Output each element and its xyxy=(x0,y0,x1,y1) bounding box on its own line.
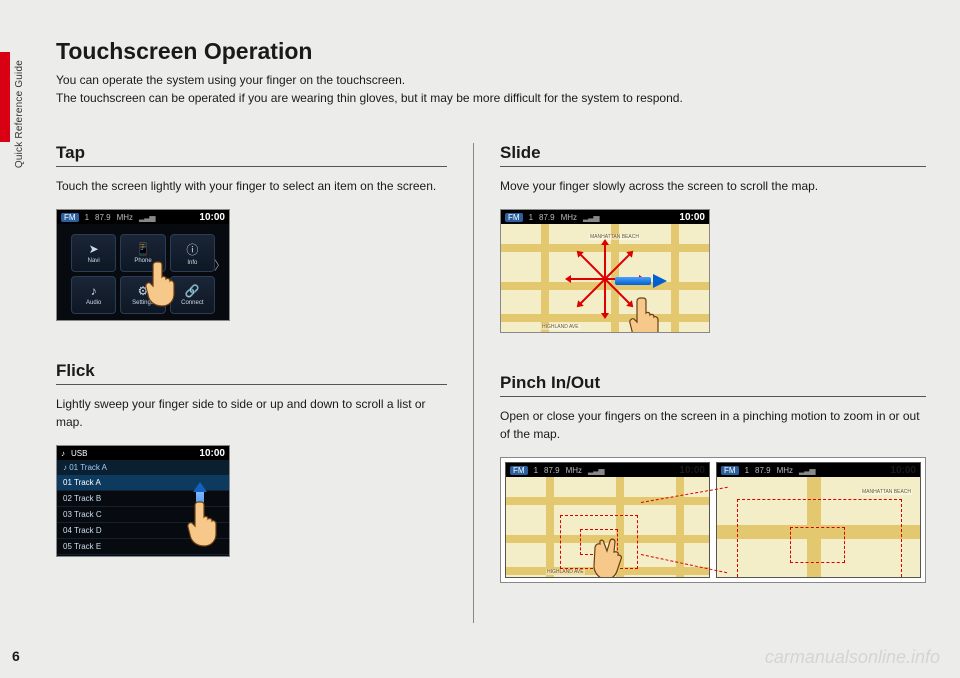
tap-desc: Touch the screen lightly with your finge… xyxy=(56,177,447,195)
source-label: USB xyxy=(71,449,87,458)
intro-line-2: The touchscreen can be operated if you a… xyxy=(56,89,926,107)
navi-icon: ➤ xyxy=(89,242,99,256)
channel-num: 1 xyxy=(534,466,538,475)
pinch-screenshot: FM 1 87.9 MHz ▂▃▅ 10:00 HIGHLAND AVE xyxy=(500,457,926,583)
map-canvas[interactable]: MANHATTAN BEACH xyxy=(717,477,920,577)
status-bar: FM 1 87.9 MHz ▂▃▅ 10:00 xyxy=(506,463,709,477)
channel-num: 1 xyxy=(529,213,533,222)
map-label: HIGHLAND AVE xyxy=(541,324,580,330)
freq: 87.9 xyxy=(539,213,555,222)
clock: 10:00 xyxy=(199,448,225,459)
page-number: 6 xyxy=(12,648,20,664)
flick-screenshot: ♪ USB 10:00 ♪ 01 Track A 01 Track A 02 T… xyxy=(56,445,230,557)
intro-line-1: You can operate the system using your fi… xyxy=(56,71,926,89)
tile-navi[interactable]: ➤ Navi xyxy=(71,234,116,272)
slide-desc: Move your finger slowly across the scree… xyxy=(500,177,926,195)
pinch-after: FM 1 87.9 MHz ▂▃▅ 10:00 MANHATTAN BEACH xyxy=(716,462,921,578)
map-canvas[interactable]: MANHATTAN BEACH HIGHLAND AVE xyxy=(501,224,709,332)
fm-badge: FM xyxy=(510,466,528,475)
freq: 87.9 xyxy=(95,213,111,222)
section-tap: Tap Touch the screen lightly with your f… xyxy=(56,143,447,321)
channel-num: 1 xyxy=(745,466,749,475)
signal-icon: ▂▃▅ xyxy=(588,466,603,475)
clock: 10:00 xyxy=(199,212,225,223)
connect-icon: 🔗 xyxy=(185,284,200,298)
map-label: MANHATTAN BEACH xyxy=(861,489,912,495)
status-bar: FM 1 87.9 MHz ▂▃▅ 10:00 xyxy=(717,463,920,477)
fm-badge: FM xyxy=(721,466,739,475)
status-bar: FM 1 87.9 MHz ▂▃▅ 10:00 xyxy=(501,210,709,224)
hand-flick-icon xyxy=(183,498,227,548)
signal-icon: ▂▃▅ xyxy=(799,466,814,475)
channel-num: 1 xyxy=(85,213,89,222)
tile-label: Audio xyxy=(86,300,101,306)
clock: 10:00 xyxy=(679,465,705,476)
freq: 87.9 xyxy=(544,466,560,475)
status-bar: FM 1 87.9 MHz ▂▃▅ 10:00 xyxy=(57,210,229,224)
tile-label: Navi xyxy=(88,258,100,264)
hand-pinch-icon xyxy=(590,533,634,578)
status-bar: ♪ USB 10:00 xyxy=(57,446,229,460)
section-flick: Flick Lightly sweep your finger side to … xyxy=(56,361,447,557)
slide-heading: Slide xyxy=(500,143,926,167)
fm-badge: FM xyxy=(61,213,79,222)
slide-screenshot: FM 1 87.9 MHz ▂▃▅ 10:00 MANHATTAN BEACH … xyxy=(500,209,710,333)
freq-unit: MHz xyxy=(117,213,133,222)
audio-icon: ♪ xyxy=(61,449,65,458)
signal-icon: ▂▃▅ xyxy=(583,213,598,222)
freq-unit: MHz xyxy=(561,213,577,222)
hand-tap-icon xyxy=(141,258,185,308)
flick-heading: Flick xyxy=(56,361,447,385)
flick-desc: Lightly sweep your finger side to side o… xyxy=(56,395,447,431)
tap-screenshot: FM 1 87.9 MHz ▂▃▅ 10:00 ➤Navi 📱Phone ⓘIn… xyxy=(56,209,230,321)
freq-unit: MHz xyxy=(566,466,582,475)
fm-badge: FM xyxy=(505,213,523,222)
now-playing: ♪ 01 Track A xyxy=(57,460,229,475)
zoom-box-inner xyxy=(790,527,845,563)
freq: 87.9 xyxy=(755,466,771,475)
info-icon: ⓘ xyxy=(186,241,198,258)
side-red-tab xyxy=(0,52,10,142)
pinch-heading: Pinch In/Out xyxy=(500,373,926,397)
freq-unit: MHz xyxy=(777,466,793,475)
intro-text: You can operate the system using your fi… xyxy=(56,71,926,107)
side-label: Quick Reference Guide xyxy=(14,60,25,168)
chevron-right-icon[interactable]: 〉 xyxy=(214,257,226,274)
tile-label: Info xyxy=(187,260,197,266)
signal-icon: ▂▃▅ xyxy=(139,213,154,222)
page-title: Touchscreen Operation xyxy=(56,38,926,65)
page-content: Touchscreen Operation You can operate th… xyxy=(56,38,926,623)
tile-audio[interactable]: ♪ Audio xyxy=(71,276,116,314)
hand-slide-icon xyxy=(625,294,669,333)
watermark: carmanualsonline.info xyxy=(765,647,940,668)
left-column: Tap Touch the screen lightly with your f… xyxy=(56,143,473,623)
clock: 10:00 xyxy=(679,212,705,223)
slide-arrow-icon xyxy=(615,274,667,288)
section-slide: Slide Move your finger slowly across the… xyxy=(500,143,926,333)
map-label: HIGHLAND AVE xyxy=(546,569,585,575)
section-pinch: Pinch In/Out Open or close your fingers … xyxy=(500,373,926,583)
clock: 10:00 xyxy=(890,465,916,476)
pinch-desc: Open or close your fingers on the screen… xyxy=(500,407,926,443)
right-column: Slide Move your finger slowly across the… xyxy=(473,143,926,623)
phone-icon: 📱 xyxy=(136,242,151,256)
audio-icon: ♪ xyxy=(91,284,97,298)
tap-heading: Tap xyxy=(56,143,447,167)
pinch-before: FM 1 87.9 MHz ▂▃▅ 10:00 HIGHLAND AVE xyxy=(505,462,710,578)
